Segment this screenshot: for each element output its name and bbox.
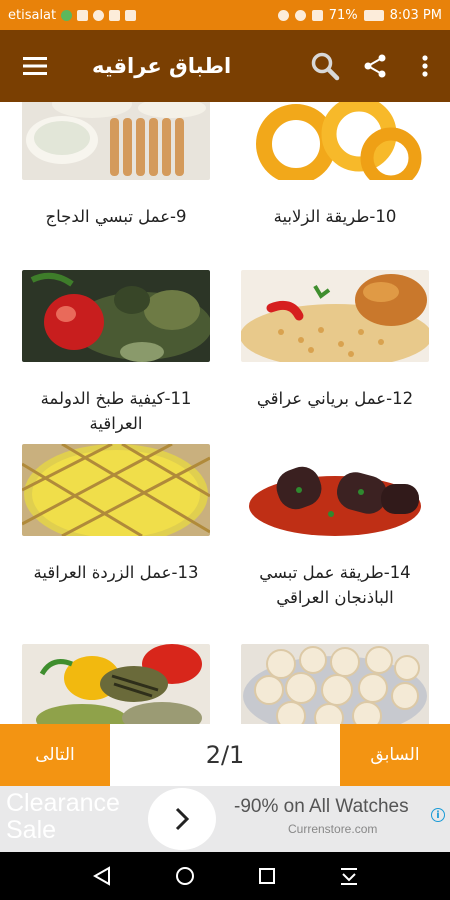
overflow-menu-button[interactable] — [400, 30, 450, 102]
recipe-title: 10-طريقة الزلابية — [273, 207, 397, 226]
recipe-image — [241, 644, 429, 724]
ad-left-line2: Sale — [6, 816, 57, 844]
recipe-card[interactable]: 13-عمل الزردة العراقية — [21, 442, 211, 585]
facebook-icon — [109, 9, 121, 21]
wifi-icon — [294, 9, 306, 21]
pager-bar: التالى 2/1 السابق — [0, 724, 450, 786]
notification-icon — [77, 9, 89, 21]
search-icon — [311, 52, 340, 81]
recipe-card[interactable] — [22, 644, 210, 724]
battery-percent: 71% — [328, 7, 358, 23]
recipe-grid: 9-عمل تبسي الدجاج 10-طريقة الزلابية 11-ك… — [0, 102, 450, 724]
recipe-title: 9-عمل تبسي الدجاج — [45, 207, 187, 226]
ad-headline: -90% on All Watches — [234, 796, 409, 817]
back-icon[interactable] — [91, 865, 113, 887]
recipe-title: 13-عمل الزردة العراقية — [33, 563, 199, 582]
ad-left-line1: Clearance — [6, 789, 120, 817]
share-icon — [364, 54, 386, 78]
page-indicator: 2/1 — [205, 741, 245, 769]
app-notification-icon — [125, 9, 137, 21]
whatsapp-icon — [93, 9, 105, 21]
previous-button[interactable]: السابق — [340, 724, 450, 786]
recipe-image — [241, 444, 429, 536]
hamburger-icon — [23, 57, 47, 75]
recipe-card[interactable]: 12-عمل برياني عراقي — [240, 270, 432, 411]
home-icon[interactable] — [174, 865, 196, 887]
recipe-card[interactable]: 10-طريقة الزلابية — [241, 102, 429, 229]
recents-icon[interactable] — [257, 866, 277, 886]
status-bar: etisalat 71% 8:03 PM — [0, 0, 450, 30]
menu-button[interactable] — [0, 30, 70, 102]
verified-icon — [61, 9, 73, 21]
next-button[interactable]: التالى — [0, 724, 110, 786]
alarm-icon — [277, 9, 289, 21]
recipe-title: 12-عمل برياني عراقي — [256, 389, 414, 408]
signal-icon — [311, 9, 323, 21]
battery-icon — [363, 9, 384, 21]
ad-left-text: Clearance Sale — [6, 790, 120, 844]
app-title: اطباق عراقيه — [92, 54, 232, 78]
recipe-image — [22, 644, 210, 724]
clock: 8:03 PM — [389, 7, 442, 23]
recipe-title: 11-كيفية طبخ الدولمة العراقية — [40, 389, 192, 433]
recipe-card[interactable]: 9-عمل تبسي الدجاج — [22, 102, 210, 229]
more-vert-icon — [422, 55, 428, 77]
recipe-image — [241, 102, 429, 189]
system-nav-bar — [0, 852, 450, 900]
ad-source: Currenstore.com — [288, 822, 378, 836]
chevron-right-icon — [175, 807, 190, 831]
recipe-card[interactable]: 14-طريقة عمل تبسي الباذنجان العراقي — [241, 444, 429, 610]
ad-banner[interactable]: Clearance Sale -90% on All Watches Curre… — [0, 786, 450, 852]
recipe-card[interactable]: 11-كيفية طبخ الدولمة العراقية — [22, 270, 212, 436]
app-bar: اطباق عراقيه — [0, 30, 450, 102]
ad-open-button[interactable] — [148, 788, 216, 850]
recipe-image — [22, 102, 210, 180]
carrier-label: etisalat — [8, 7, 57, 23]
info-icon[interactable]: i — [431, 808, 445, 822]
recipe-image — [22, 270, 212, 362]
recipe-image — [240, 270, 432, 368]
recipe-card[interactable] — [241, 644, 429, 724]
recipe-image — [21, 442, 211, 544]
search-button[interactable] — [300, 30, 350, 102]
pull-down-icon[interactable] — [338, 865, 360, 887]
share-button[interactable] — [350, 30, 400, 102]
recipe-title: 14-طريقة عمل تبسي الباذنجان العراقي — [259, 563, 411, 607]
